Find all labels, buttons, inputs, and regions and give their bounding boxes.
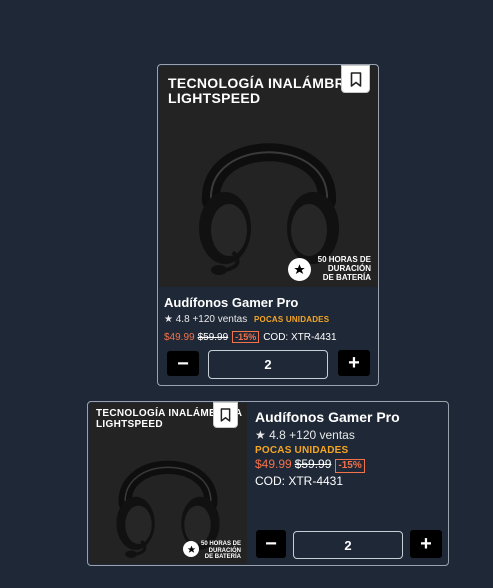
discount-badge: -15% (335, 459, 365, 473)
product-card-vertical[interactable]: TECNOLOGÍA INALÁMBRICA LIGHTSPEED 50 HOR… (157, 64, 379, 386)
decrease-quantity-button[interactable]: − (167, 351, 199, 376)
price-original: $59.99 (294, 457, 332, 471)
price-original: $59.99 (197, 332, 229, 343)
pricing: $49.99 $59.99 -15% COD: XTR-4431 (164, 331, 337, 344)
price-current: $49.99 (164, 332, 195, 343)
product-name: Audífonos Gamer Pro (164, 295, 299, 310)
discount-badge: -15% (232, 331, 260, 344)
bookmark-icon (350, 71, 361, 87)
sales-count: +120 ventas (192, 314, 248, 325)
bookmark-icon (220, 408, 231, 422)
product-code: COD: XTR-4431 (255, 474, 344, 488)
product-card-horizontal[interactable]: TECNOLOGÍA INALÁMBRICA LIGHTSPEED 50 HOR… (87, 401, 449, 566)
rating-value: 4.8 (269, 428, 286, 442)
price-current: $49.99 (255, 457, 292, 471)
increase-quantity-button[interactable]: + (410, 530, 442, 558)
product-image[interactable]: TECNOLOGÍA INALÁMBRICA LIGHTSPEED 50 HOR… (159, 66, 378, 287)
rating: ★ 4.8 +120 ventas (255, 428, 355, 442)
brand-logo-icon (288, 258, 311, 281)
increase-quantity-button[interactable]: + (338, 350, 370, 376)
bookmark-button[interactable] (341, 65, 370, 93)
product-name: Audífonos Gamer Pro (255, 409, 400, 425)
battery-label: 50 HORAS DE DURACIÓN DE BATERÍA (317, 255, 371, 282)
rating: ★ 4.8 +120 ventas POCAS UNIDADES (164, 314, 329, 325)
product-code: COD: XTR-4431 (263, 332, 337, 343)
pricing: $49.99 $59.99 -15% (255, 457, 365, 473)
rating-value: 4.8 (175, 314, 190, 325)
star-icon: ★ (255, 428, 266, 442)
headset-image (199, 143, 339, 275)
decrease-quantity-button[interactable]: − (256, 530, 286, 558)
promo-title: TECNOLOGÍA INALÁMBRICA LIGHTSPEED (168, 75, 371, 106)
urgency-badge: POCAS UNIDADES (255, 445, 349, 456)
quantity-input[interactable] (293, 531, 403, 559)
sales-count: +120 ventas (289, 428, 355, 442)
star-icon: ★ (164, 314, 173, 325)
bookmark-button[interactable] (213, 402, 238, 428)
brand-logo-icon (183, 541, 199, 557)
quantity-input[interactable] (208, 350, 328, 379)
urgency-badge: POCAS UNIDADES (253, 315, 330, 324)
